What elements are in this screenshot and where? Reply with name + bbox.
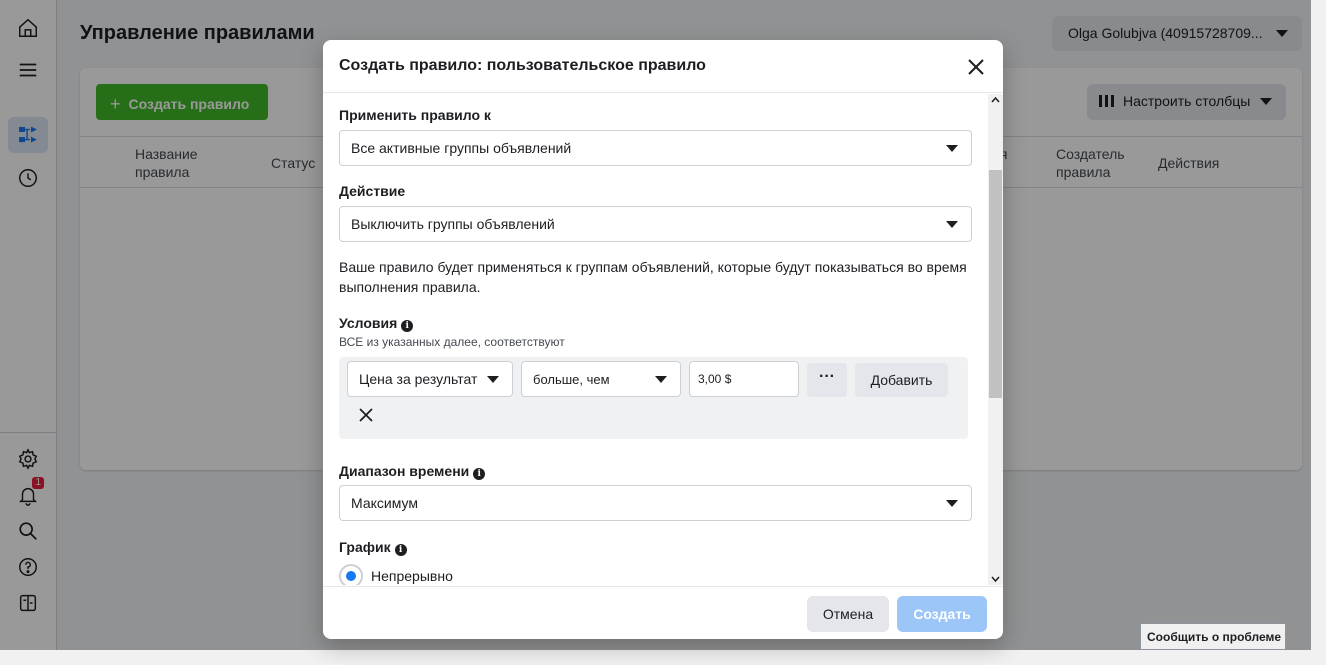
schedule-label: График i xyxy=(339,539,407,556)
chevron-down-icon xyxy=(487,376,499,383)
create-rule-dialog: Создать правило: пользовательское правил… xyxy=(323,40,1003,639)
scrollbar-thumb[interactable] xyxy=(989,170,1002,398)
page-scrollbar[interactable] xyxy=(1311,0,1326,650)
report-problem-button[interactable]: Сообщить о проблеме xyxy=(1140,623,1286,650)
condition-operator-value: больше, чем xyxy=(533,372,610,387)
action-value: Выключить группы объявлений xyxy=(351,216,555,232)
schedule-continuous-radio[interactable] xyxy=(339,564,363,585)
conditions-subtitle: ВСЕ из указанных далее, соответствуют xyxy=(339,335,565,349)
info-icon[interactable]: i xyxy=(394,544,407,556)
time-range-value: Максимум xyxy=(351,495,418,511)
action-help-text: Ваше правило будет применяться к группам… xyxy=(339,259,967,295)
chevron-down-icon xyxy=(946,221,958,228)
condition-operator-select[interactable]: больше, чем xyxy=(521,361,681,397)
page-bottom-bar xyxy=(0,650,1326,665)
time-range-label: Диапазон времени i xyxy=(339,463,486,480)
apply-to-value: Все активные группы объявлений xyxy=(351,140,572,156)
dialog-scrollbar[interactable] xyxy=(988,94,1003,585)
dialog-header: Создать правило: пользовательское правил… xyxy=(323,40,1003,93)
chevron-down-icon xyxy=(946,500,958,507)
dialog-footer: Отмена Создать xyxy=(323,586,1003,639)
info-icon[interactable]: i xyxy=(401,320,414,332)
scroll-down-icon[interactable] xyxy=(991,574,1000,583)
apply-to-label: Применить правило к xyxy=(339,107,491,123)
conditions-label: Условия i xyxy=(339,315,414,332)
time-range-select[interactable]: Максимум xyxy=(339,485,972,521)
time-range-label-text: Диапазон времени xyxy=(339,463,470,479)
add-condition-button[interactable]: Добавить xyxy=(855,363,948,397)
dialog-title: Создать правило: пользовательское правил… xyxy=(339,57,706,74)
more-options-button[interactable]: ··· xyxy=(807,363,847,397)
scroll-up-icon[interactable] xyxy=(991,96,1000,105)
chevron-down-icon xyxy=(946,145,958,152)
close-icon[interactable] xyxy=(965,56,987,78)
condition-metric-select[interactable]: Цена за результат xyxy=(347,361,513,397)
schedule-continuous-label: Непрерывно xyxy=(371,568,453,584)
conditions-label-text: Условия xyxy=(339,315,398,331)
apply-to-select[interactable]: Все активные группы объявлений xyxy=(339,130,972,166)
chevron-down-icon xyxy=(655,376,667,383)
dialog-body: Применить правило к Все активные группы … xyxy=(323,94,1003,585)
cancel-button[interactable]: Отмена xyxy=(807,596,889,632)
condition-metric-value: Цена за результат xyxy=(359,371,478,387)
condition-value-input[interactable]: 3,00 $ xyxy=(689,361,799,397)
remove-condition-close-icon[interactable] xyxy=(357,406,375,424)
condition-row: Цена за результат больше, чем 3,00 $ ···… xyxy=(339,357,968,439)
schedule-label-text: График xyxy=(339,539,391,555)
action-label: Действие xyxy=(339,183,406,199)
action-select[interactable]: Выключить группы объявлений xyxy=(339,206,972,242)
info-icon[interactable]: i xyxy=(473,468,486,480)
create-button[interactable]: Создать xyxy=(897,596,987,632)
